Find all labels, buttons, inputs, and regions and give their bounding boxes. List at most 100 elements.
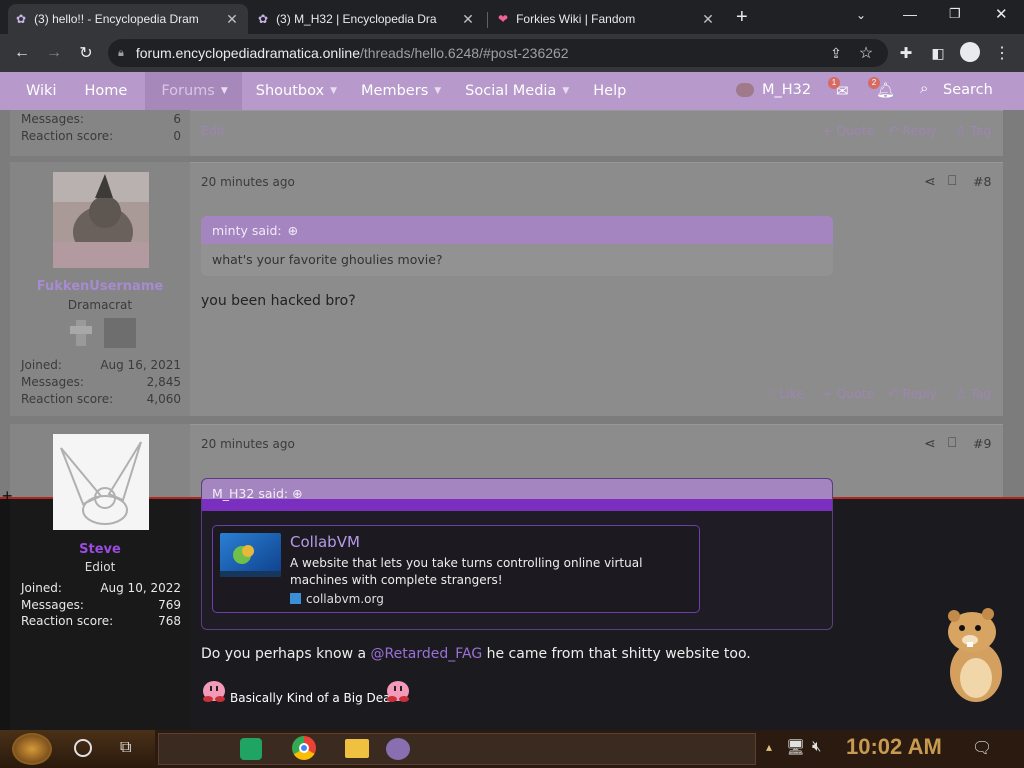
nav-username[interactable]: M_H32 [762,82,811,98]
nav-members[interactable]: Members ▼ [349,72,453,110]
search-icon[interactable]: ⌕ [920,80,928,97]
like-link[interactable]: ♡ Like [764,386,804,401]
joined-row: Joined: Aug 16, 2021 [21,358,181,372]
nav-social-media[interactable]: Social Media ▼ [453,72,581,110]
taskbar-clock[interactable]: 10:02 AM [846,734,942,760]
post-body: Do you perhaps know a @Retarded_FAG he c… [201,646,751,662]
page-gutter [0,498,10,730]
chevron-down-icon: ▼ [220,86,228,96]
embed-domain[interactable]: collabvm.org [306,592,384,606]
avatar[interactable] [53,172,149,268]
tab-title: (3) hello!! - Encyclopedia Dram [34,12,199,26]
prev-edit-link[interactable]: Edit [201,123,225,138]
chevron-down-icon: ▼ [434,86,442,96]
nav-wiki[interactable]: Wiki [0,72,68,110]
post-number[interactable]: #9 [973,436,991,451]
sheets-app-icon[interactable] [240,738,262,760]
quote-header[interactable]: minty said: ⊕ [201,216,833,244]
quote-link[interactable]: + Quote [822,386,874,401]
quote-author[interactable]: M_H32 said: ⊕ [212,486,303,501]
prev-quote-link[interactable]: + Quote [822,123,874,138]
user-title: Dramacrat [67,298,133,312]
joined-row: Joined: Aug 10, 2022 [21,581,181,595]
network-icon[interactable]: 🖥︎ [786,738,805,756]
share-icon[interactable]: ⋖ [924,435,936,452]
browser-tab-3[interactable]: ❤ Forkies Wiki | Fandom ✕ [490,4,724,34]
start-button[interactable] [12,733,52,765]
back-icon[interactable]: ← [10,41,34,65]
nav-shoutbox[interactable]: Shoutbox ▼ [242,72,349,110]
trophy-badge-icon[interactable] [66,318,96,348]
nav-home[interactable]: Home [68,72,145,110]
tab-close-icon[interactable]: ✕ [224,11,240,28]
post-number[interactable]: #8 [973,174,991,189]
kirby-icon [386,680,410,702]
post-body: you been hacked bro? [201,293,356,309]
hamster-desktop-pet[interactable] [940,606,1010,706]
nav-help[interactable]: Help [581,72,638,110]
messages-row: Messages: 769 [21,598,181,612]
bookmark-icon[interactable]: ⎕ [948,172,956,189]
tag-link[interactable]: ♙ Tag [955,386,991,401]
tab-close-icon[interactable]: ✕ [460,11,476,28]
minimize-icon[interactable]: — [903,6,917,22]
url-path: /threads/hello.6248/#post-236262 [359,45,569,61]
username-link[interactable]: Steve [10,542,190,557]
ed-favicon-icon: ✿ [258,12,269,26]
share-icon[interactable]: ⇪ [824,41,848,65]
file-explorer-icon[interactable] [345,739,369,758]
notifications-icon[interactable]: 🗨︎ [972,738,992,758]
embed-title[interactable]: CollabVM [290,533,360,551]
avatar[interactable] [53,434,149,530]
address-bar[interactable]: 🔒︎ forum.encyclopediadramatica.online/th… [108,39,888,67]
restore-icon[interactable]: ❐ [949,6,961,22]
prev-messages-row: Messages: 6 [21,112,181,126]
bookmark-star-icon[interactable]: ☆ [854,41,878,65]
user-mention-link[interactable]: @Retarded_FAG [371,646,483,662]
collabvm-thumbnail [220,533,281,577]
chrome-app-icon[interactable] [292,736,316,760]
tab-separator [487,12,488,28]
username-link[interactable]: FukkenUsername [10,279,190,294]
badge-image-icon[interactable] [104,318,136,348]
cat-avatar-image [53,172,149,268]
extensions-icon[interactable]: ✚ [894,41,918,65]
bookmark-icon[interactable]: ⎕ [948,434,956,451]
reply-link[interactable]: ↶ Reply [888,386,937,401]
user-title: Ediot [84,560,116,574]
tab-title: Forkies Wiki | Fandom [516,12,636,26]
browser-tab-1[interactable]: ✿ (3) hello!! - Encyclopedia Dram ✕ [8,4,248,34]
arrow-up-circle-icon: ⊕ [292,486,303,501]
embed-description: A website that lets you take turns contr… [290,556,643,587]
user-avatar[interactable] [736,83,754,97]
url-host: forum.encyclopediadramatica.online [135,45,360,61]
profile-avatar-icon[interactable] [960,42,980,62]
volume-muted-icon[interactable]: 🔇︎ [812,738,821,755]
new-tab-icon[interactable]: + [736,6,748,29]
menu-kebab-icon[interactable]: ⋮ [990,41,1014,65]
lock-icon: 🔒︎ [118,46,124,59]
post-time[interactable]: 20 minutes ago [201,175,295,189]
prev-reply-link[interactable]: ↶ Reply [888,123,937,138]
prev-tag-link[interactable]: ♙ Tag [955,123,991,138]
window-close-icon[interactable]: ✕ [995,5,1008,23]
task-view-icon[interactable]: ⧉ [120,739,131,757]
ed-app-icon[interactable] [386,738,410,760]
tab-close-icon[interactable]: ✕ [700,11,716,28]
fandom-favicon-icon: ❤ [498,12,509,26]
quote-block: minty said: ⊕ what's your favorite ghouli… [201,216,833,276]
browser-tab-2[interactable]: ✿ (3) M_H32 | Encyclopedia Dra ✕ [250,4,484,34]
chevron-down-icon: ▼ [330,86,338,96]
cortana-icon[interactable] [74,739,92,757]
post-time[interactable]: 20 minutes ago [201,437,295,451]
chevron-down-icon: ▼ [562,86,570,96]
forward-icon[interactable]: → [42,41,66,65]
crosshair-cursor-icon: + [2,486,13,506]
nav-search-label[interactable]: Search [943,82,993,98]
side-panel-icon[interactable]: ◧ [926,41,950,65]
tab-search-icon[interactable]: ⌄ [856,8,866,22]
nav-forums[interactable]: Forums ▼ [145,72,242,110]
show-hidden-icons-icon[interactable]: ▴ [766,740,772,754]
share-icon[interactable]: ⋖ [924,173,936,190]
reload-icon[interactable]: ↻ [74,41,98,65]
